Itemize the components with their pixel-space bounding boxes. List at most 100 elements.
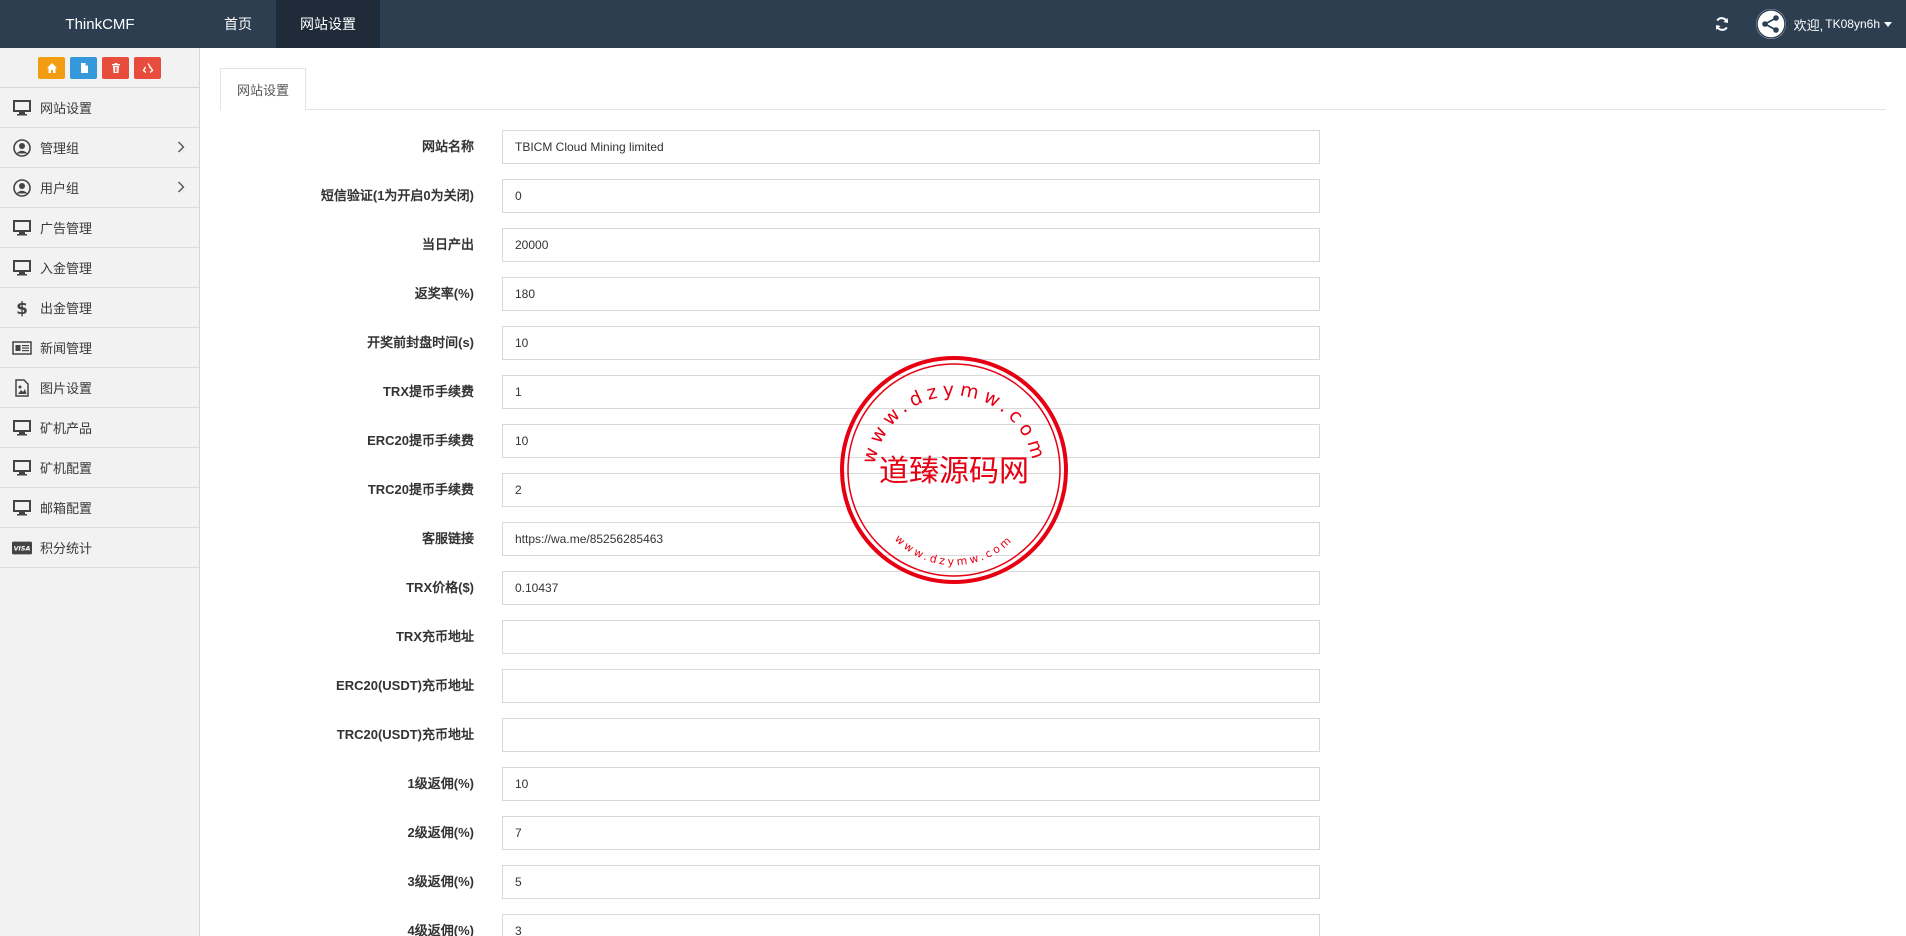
form-row-close-time: 开奖前封盘时间(s) <box>200 326 1906 360</box>
monitor-icon <box>12 99 32 117</box>
form-row-return-rate: 返奖率(%) <box>200 277 1906 311</box>
sidebar-item-mining-config[interactable]: 矿机配置 <box>0 448 199 488</box>
sidebar-item-label: 图片设置 <box>40 381 93 396</box>
rebate-2-input[interactable] <box>502 816 1320 850</box>
welcome-text: 欢迎, <box>1793 17 1824 33</box>
chevron-right-icon <box>177 181 185 196</box>
form-row-site-name: 网站名称 <box>200 130 1906 164</box>
brand-logo[interactable]: ThinkCMF <box>0 0 200 48</box>
sidebar-item-news[interactable]: 新闻管理 <box>0 328 199 368</box>
sidebar-item-label: 矿机配置 <box>40 461 93 476</box>
support-link-input[interactable] <box>502 522 1320 556</box>
trx-fee-input[interactable] <box>502 375 1320 409</box>
image-icon <box>12 378 32 397</box>
sidebar-item-user-group[interactable]: 用户组 <box>0 168 199 208</box>
field-label: 1级返佣(%) <box>407 776 474 791</box>
trc20-fee-input[interactable] <box>502 473 1320 507</box>
monitor-icon <box>12 419 32 437</box>
field-label: 3级返佣(%) <box>407 874 474 889</box>
sidebar-item-label: 矿机产品 <box>40 421 93 436</box>
trash-icon <box>111 62 120 73</box>
newspaper-icon <box>12 339 32 357</box>
sidebar-item-site-settings[interactable]: 网站设置 <box>0 88 199 128</box>
svg-text:$: $ <box>16 299 28 317</box>
field-label: 网站名称 <box>421 139 474 154</box>
shortcut-bar <box>0 48 199 88</box>
close-time-input[interactable] <box>502 326 1320 360</box>
form-row-rebate-4: 4级返佣(%) <box>200 914 1906 936</box>
erc20-address-input[interactable] <box>502 669 1320 703</box>
sidebar-item-ads[interactable]: 广告管理 <box>0 208 199 248</box>
rebate-1-input[interactable] <box>502 767 1320 801</box>
field-label: ERC20提币手续费 <box>367 433 474 448</box>
recycle-shortcut-button[interactable] <box>134 56 161 79</box>
field-label: TRC20(USDT)充币地址 <box>336 727 474 742</box>
field-label: ERC20(USDT)充币地址 <box>336 678 474 693</box>
form-row-erc20-fee: ERC20提币手续费 <box>200 424 1906 458</box>
field-label: 短信验证(1为开启0为关闭) <box>320 188 474 203</box>
share-icon <box>1755 9 1786 39</box>
field-label: 4级返佣(%) <box>407 923 474 936</box>
form-row-erc20-address: ERC20(USDT)充币地址 <box>200 669 1906 703</box>
visa-icon: VISA <box>12 539 32 557</box>
avatar[interactable] <box>1755 9 1786 39</box>
nav-right: 欢迎, TK08yn6h <box>1698 0 1906 48</box>
sidebar-item-withdrawal[interactable]: $ 出金管理 <box>0 288 199 328</box>
site-name-input[interactable] <box>502 130 1320 164</box>
daily-output-input[interactable] <box>502 228 1320 262</box>
form-row-trx-fee: TRX提币手续费 <box>200 375 1906 409</box>
sidebar-item-mail-config[interactable]: 邮箱配置 <box>0 488 199 528</box>
trc20-address-input[interactable] <box>502 718 1320 752</box>
form-row-rebate-3: 3级返佣(%) <box>200 865 1906 899</box>
monitor-icon <box>12 219 32 237</box>
monitor-icon <box>12 499 32 517</box>
top-navbar: ThinkCMF 首页 网站设置 欢迎, TK08yn6h <box>0 0 1906 48</box>
field-label: TRX充币地址 <box>395 629 474 644</box>
sidebar-item-label: 用户组 <box>40 181 80 196</box>
field-label: TRC20提币手续费 <box>367 482 474 497</box>
sidebar-item-deposit[interactable]: 入金管理 <box>0 248 199 288</box>
recycle-icon <box>142 62 153 73</box>
field-label: 当日产出 <box>421 237 474 252</box>
form-row-trc20-fee: TRC20提币手续费 <box>200 473 1906 507</box>
trash-shortcut-button[interactable] <box>102 56 129 79</box>
svg-text:VISA: VISA <box>14 545 31 552</box>
file-shortcut-button[interactable] <box>70 56 97 79</box>
sidebar-item-label: 网站设置 <box>40 101 93 116</box>
sidebar: 网站设置 管理组 用户组 广告管理 入金管理 $ 出金管理 新闻管理 图片设置 … <box>0 48 200 936</box>
sidebar-item-label: 新闻管理 <box>40 341 93 356</box>
chevron-right-icon <box>177 141 185 156</box>
erc20-fee-input[interactable] <box>502 424 1320 458</box>
rebate-4-input[interactable] <box>502 914 1320 936</box>
rebate-3-input[interactable] <box>502 865 1320 899</box>
file-icon <box>80 62 88 73</box>
username: TK08yn6h <box>1825 17 1880 31</box>
user-menu[interactable]: 欢迎, TK08yn6h <box>1794 15 1906 34</box>
sidebar-item-label: 入金管理 <box>40 261 93 276</box>
nav-site-settings[interactable]: 网站设置 <box>276 0 380 48</box>
form-row-daily-output: 当日产出 <box>200 228 1906 262</box>
refresh-icon[interactable] <box>1698 16 1746 32</box>
form-row-trc20-address: TRC20(USDT)充币地址 <box>200 718 1906 752</box>
field-label: 客服链接 <box>421 531 474 546</box>
sidebar-item-images[interactable]: 图片设置 <box>0 368 199 408</box>
trx-price-input[interactable] <box>502 571 1320 605</box>
monitor-icon <box>12 259 32 277</box>
nav-home[interactable]: 首页 <box>200 0 276 48</box>
sidebar-item-label: 邮箱配置 <box>40 501 93 516</box>
trx-address-input[interactable] <box>502 620 1320 654</box>
tab-site-settings[interactable]: 网站设置 <box>220 68 307 111</box>
user-circle-icon <box>12 138 32 157</box>
sidebar-item-admin-group[interactable]: 管理组 <box>0 128 199 168</box>
caret-down-icon <box>1884 21 1892 27</box>
return-rate-input[interactable] <box>502 277 1320 311</box>
main-content: 网站设置 网站名称 短信验证(1为开启0为关闭) 当日产出 返奖率(%) 开奖前… <box>200 48 1906 936</box>
sidebar-item-label: 积分统计 <box>40 541 93 556</box>
form-row-trx-price: TRX价格($) <box>200 571 1906 605</box>
sms-verify-input[interactable] <box>502 179 1320 213</box>
sidebar-item-points-stats[interactable]: VISA 积分统计 <box>0 528 199 568</box>
field-label: 2级返佣(%) <box>407 825 474 840</box>
home-shortcut-button[interactable] <box>38 56 65 79</box>
tab-bar: 网站设置 <box>220 68 1886 111</box>
sidebar-item-mining-products[interactable]: 矿机产品 <box>0 408 199 448</box>
